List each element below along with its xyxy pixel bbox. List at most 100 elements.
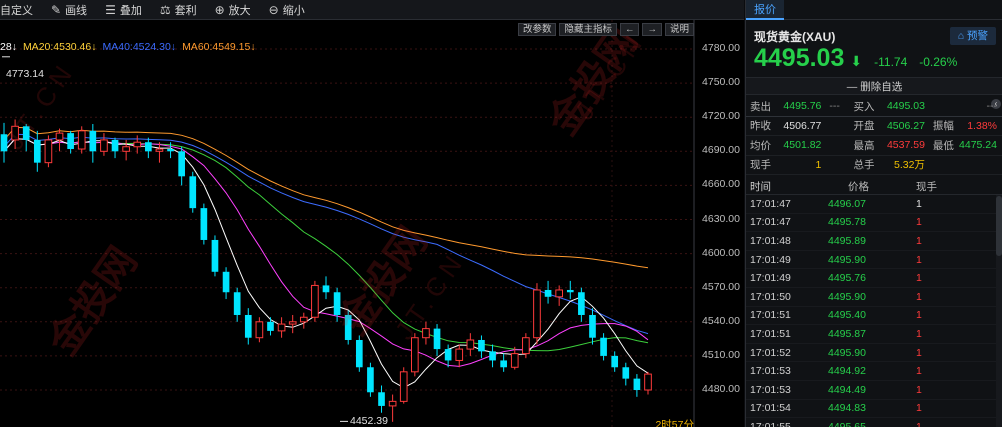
tick-time: 17:01:53 <box>750 383 791 396</box>
candle-body <box>533 289 541 339</box>
candle-body <box>111 139 119 152</box>
tick-price: 4495.87 <box>828 327 866 340</box>
tick-price: 4495.89 <box>828 234 866 247</box>
tick-volume: 1 <box>916 420 922 427</box>
tab-quote[interactable]: 报价 <box>746 0 784 20</box>
toolbar-item-label: 放大 <box>228 4 251 17</box>
ma-legend-item: 28↓ <box>0 41 17 53</box>
tick-volume: 1 <box>916 402 922 415</box>
candle-body <box>277 323 286 332</box>
quote-row: 现手 1 总手 5.32万 <box>746 156 1002 175</box>
low-price-label: 4452.39 <box>350 415 388 427</box>
price-alert-label: 预警 <box>967 30 988 42</box>
chart-tool-button[interactable]: ← <box>619 23 640 36</box>
chart-tools: 改参数 隐藏主指标 ← → 说明 <box>517 23 694 36</box>
tick-price: 4495.76 <box>828 272 866 285</box>
tick-list[interactable]: 17:01:47 4496.07 1 17:01:47 4495.78 1 17:01:48… <box>746 195 996 427</box>
quote-value: 4475.24 <box>959 139 997 152</box>
tick-volume: 1 <box>916 290 922 303</box>
tick-time: 17:01:47 <box>750 197 791 210</box>
y-axis-tick-label: 4630.00 <box>702 212 740 225</box>
tick-col-vol: 现手 <box>916 180 937 193</box>
price-alert-button[interactable]: ⌂ 预警 <box>949 27 996 45</box>
candle-body <box>388 400 397 407</box>
quote-row: 卖出 4495.76 --- 买入 4495.03 --- <box>746 97 1002 117</box>
toolbar-item-arbitrage[interactable]: ⚖ 套利 <box>151 0 206 20</box>
candle-body <box>55 132 64 141</box>
tick-time: 17:01:55 <box>750 420 791 427</box>
tick-price: 4495.78 <box>828 216 866 229</box>
toolbar-item-label: 自定义 <box>0 4 33 17</box>
tick-scrollbar-thumb[interactable] <box>996 196 1002 256</box>
ma-legend-item: MA40:4524.30↓ <box>102 41 177 53</box>
toolbar-item-zoom-out[interactable]: ⊖ 缩小 <box>260 0 314 20</box>
chart-tool-button[interactable]: → <box>642 23 662 36</box>
toolbar-item-zoom-in[interactable]: ⊕ 放大 <box>206 0 260 20</box>
ma40-line <box>3 133 649 335</box>
ma-legend-item: MA60:4549.15↓ <box>182 41 256 53</box>
tick-col-price: 价格 <box>848 180 869 193</box>
candle-countdown: 2时57分 <box>655 419 694 427</box>
overlay-icon: ☰ <box>105 2 116 17</box>
candle-body <box>622 367 630 379</box>
quote-label: 开盘 <box>853 120 875 133</box>
y-axis-tick-label: 4780.00 <box>702 42 740 54</box>
quote-label: 总手 <box>853 159 875 172</box>
candle-body <box>33 139 41 163</box>
tick-row: 17:01:52 4495.90 1 <box>746 344 996 363</box>
zoom-in-icon: ⊕ <box>214 2 225 17</box>
tick-price: 4494.49 <box>828 383 866 396</box>
candle-body <box>0 134 8 152</box>
toolbar-item-label: 叠加 <box>119 4 142 17</box>
tick-volume: 1 <box>916 327 922 340</box>
candle-body <box>410 337 419 373</box>
candle-body <box>578 292 585 315</box>
ma10-line <box>3 138 649 367</box>
toolbar-item-draw-line[interactable]: ✎ 画线 <box>42 0 96 20</box>
last-price: 4495.03 <box>754 44 845 72</box>
toolbar-item-label: 缩小 <box>282 4 305 17</box>
candle-body <box>433 328 441 350</box>
remove-watchlist-button[interactable]: — 删除自选 <box>746 77 1002 95</box>
y-axis-tick-label: 4690.00 <box>702 144 740 157</box>
candle-body <box>566 289 574 293</box>
tick-row: 17:01:48 4495.89 1 <box>746 232 996 251</box>
toolbar-item-custom[interactable]: 自定义 <box>0 0 42 20</box>
tick-col-time: 时间 <box>750 180 771 193</box>
candle-body <box>211 239 219 272</box>
tick-volume: 1 <box>916 383 922 396</box>
tick-time: 17:01:49 <box>750 253 791 266</box>
toolbar-item-overlay[interactable]: ☰ 叠加 <box>96 0 151 20</box>
candle-body <box>422 328 430 339</box>
candle-body <box>644 373 652 391</box>
candle-body <box>200 208 208 240</box>
price-row: 4495.03 ⬇ -11.74 -0.26% <box>754 44 957 73</box>
kline-chart[interactable]: 金投网 金投网 金投网 JT.CN JT.CN JT.CN 28↓ MA20:45… <box>0 20 744 427</box>
candle-body <box>522 337 530 355</box>
y-axis-tick-label: 4540.00 <box>702 314 740 327</box>
candle-body <box>255 321 264 339</box>
candle-body <box>222 271 230 293</box>
candle-body <box>22 126 30 140</box>
quote-label: 卖出 <box>750 100 771 113</box>
tick-volume: 1 <box>916 216 922 229</box>
tick-time: 17:01:53 <box>750 365 791 378</box>
tick-time: 17:01:51 <box>750 309 791 322</box>
panel-tabs: 报价 <box>746 0 1002 20</box>
tick-price: 4495.65 <box>828 420 866 427</box>
candle-body <box>611 355 619 368</box>
chart-tool-button[interactable]: 隐藏主指标 <box>559 23 617 36</box>
kline-svg[interactable] <box>0 20 744 427</box>
quote-value: --- <box>986 100 998 113</box>
candle-body <box>244 314 252 338</box>
chart-tool-button[interactable]: 说明 <box>664 23 694 36</box>
y-axis-tick-label: 4600.00 <box>702 246 740 259</box>
quote-label: 买入 <box>853 100 875 113</box>
quote-value: 4495.03 <box>886 100 925 113</box>
candle-body <box>444 349 452 361</box>
tick-row: 17:01:47 4496.07 1 <box>746 195 996 214</box>
remove-watchlist-label: 删除自选 <box>860 81 903 93</box>
chart-tool-button[interactable]: 改参数 <box>517 23 557 36</box>
toolbar-item-label: 画线 <box>65 4 88 17</box>
quote-value: 4501.82 <box>783 139 822 152</box>
